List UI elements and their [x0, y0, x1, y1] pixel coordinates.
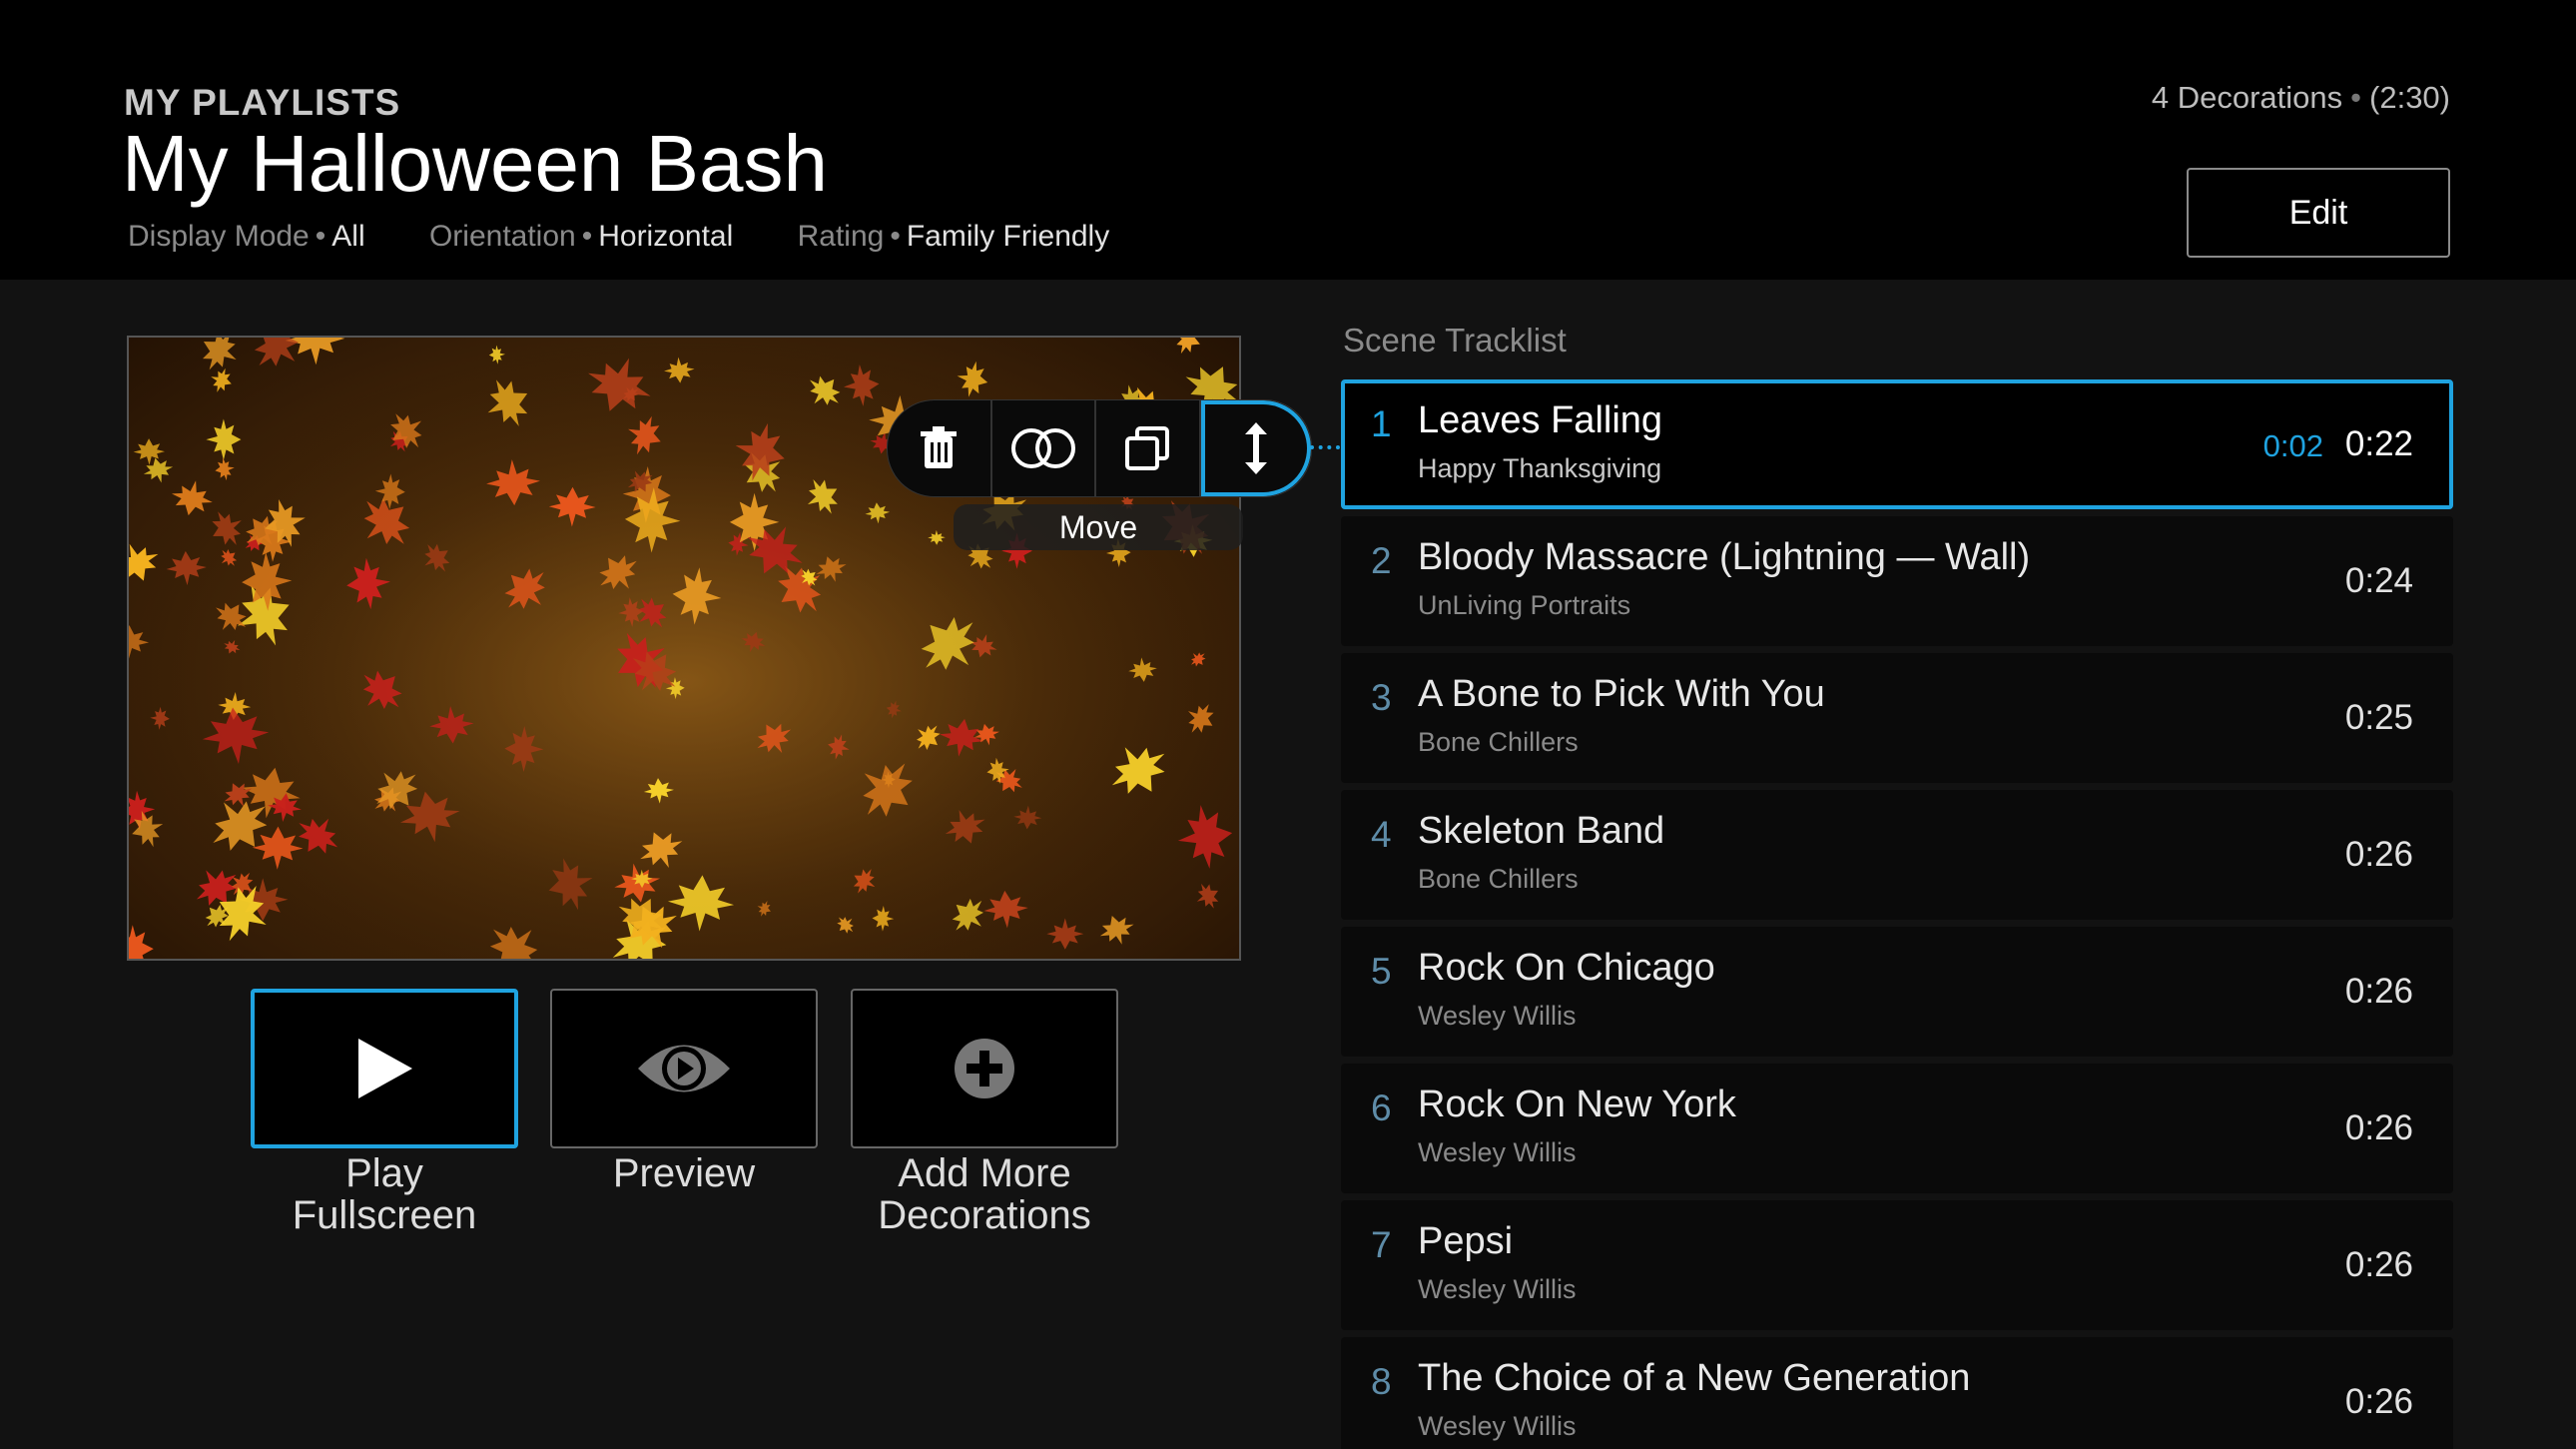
scene-toolbar — [887, 399, 1312, 497]
track-row[interactable]: 7 Pepsi Wesley Willis 0:26 — [1341, 1200, 2453, 1330]
track-number: 4 — [1371, 814, 1392, 855]
track-row[interactable]: 2 Bloody Massacre (Lightning — Wall) UnL… — [1341, 516, 2453, 646]
track-number: 7 — [1371, 1224, 1392, 1265]
total-duration: (2:30) — [2369, 80, 2450, 115]
track-subtitle: Wesley Willis — [1418, 1274, 1577, 1304]
track-title: Rock On Chicago — [1418, 947, 1715, 989]
add-decorations-button[interactable] — [851, 989, 1118, 1148]
transition-icon[interactable] — [992, 400, 1096, 496]
track-subtitle: Wesley Willis — [1418, 1137, 1577, 1167]
add-decorations-label: Add More Decorations — [878, 1151, 1091, 1237]
tracklist-title: Scene Tracklist — [1343, 322, 1567, 359]
meta-rating: Rating • Family Friendly — [797, 220, 1110, 253]
track-subtitle: Happy Thanksgiving — [1418, 453, 1662, 483]
playlist-summary: 4 Decorations • (2:30) — [2151, 80, 2450, 115]
duplicate-icon[interactable] — [1096, 400, 1201, 496]
track-duration: 0:26 — [2344, 1245, 2413, 1284]
move-vertical-icon[interactable] — [1200, 400, 1311, 496]
edit-button[interactable]: Edit — [2187, 168, 2450, 258]
track-title: Skeleton Band — [1418, 810, 1665, 852]
track-number: 5 — [1371, 951, 1392, 992]
track-duration: 0:26 — [2344, 972, 2413, 1011]
playlist-title: My Halloween Bash — [122, 119, 828, 208]
track-number: 1 — [1371, 403, 1392, 444]
meta-orientation: Orientation • Horizontal — [428, 220, 734, 253]
track-row[interactable]: 4 Skeleton Band Bone Chillers 0:26 — [1341, 790, 2453, 920]
play-fullscreen-label: Play Fullscreen — [292, 1151, 477, 1237]
decoration-count: 4 Decorations — [2151, 80, 2343, 115]
track-title: Pepsi — [1418, 1220, 1514, 1262]
track-row[interactable]: 6 Rock On New York Wesley Willis 0:26 — [1341, 1064, 2453, 1193]
track-duration: 0:22 — [2344, 424, 2413, 463]
track-row[interactable]: 5 Rock On Chicago Wesley Willis 0:26 — [1341, 927, 2453, 1057]
track-number: 6 — [1371, 1087, 1392, 1128]
track-row[interactable]: 8 The Choice of a New Generation Wesley … — [1341, 1337, 2453, 1449]
play-icon — [358, 1039, 412, 1098]
track-duration: 0:26 — [2344, 1108, 2413, 1147]
track-duration: 0:26 — [2344, 1382, 2413, 1421]
track-subtitle: Wesley Willis — [1418, 1001, 1577, 1031]
meta-display-mode: Display Mode • All — [128, 220, 365, 253]
track-subtitle: UnLiving Portraits — [1418, 590, 1631, 620]
track-subtitle: Wesley Willis — [1418, 1411, 1577, 1441]
track-duration: 0:25 — [2344, 698, 2413, 737]
active-tool-label: Move — [954, 504, 1243, 550]
track-title: A Bone to Pick With You — [1418, 673, 1825, 715]
track-duration: 0:24 — [2344, 561, 2413, 600]
track-title: Leaves Falling — [1418, 399, 1663, 441]
track-row[interactable]: 3 A Bone to Pick With You Bone Chillers … — [1341, 653, 2453, 783]
track-duration: 0:26 — [2344, 835, 2413, 874]
eye-icon — [638, 1045, 730, 1092]
track-number: 2 — [1371, 540, 1392, 581]
toolbar-connector — [1310, 445, 1340, 449]
playlist-meta: Display Mode • All Orientation • Horizontal … — [128, 220, 1165, 254]
play-fullscreen-button[interactable] — [251, 989, 518, 1148]
track-title: The Choice of a New Generation — [1418, 1357, 1971, 1399]
track-subtitle: Bone Chillers — [1418, 727, 1579, 757]
add-circle-icon — [955, 1039, 1014, 1098]
track-row[interactable]: 1 Leaves Falling Happy Thanksgiving 0:02… — [1341, 379, 2453, 509]
preview-button[interactable] — [550, 989, 818, 1148]
track-number: 8 — [1371, 1361, 1392, 1402]
header: MY PLAYLISTS My Halloween Bash Display M… — [0, 0, 2576, 280]
track-elapsed: 0:02 — [2262, 428, 2323, 463]
track-number: 3 — [1371, 677, 1392, 718]
preview-label: Preview — [612, 1151, 756, 1195]
track-subtitle: Bone Chillers — [1418, 864, 1579, 894]
track-title: Bloody Massacre (Lightning — Wall) — [1418, 536, 2031, 578]
trash-icon[interactable] — [888, 400, 992, 496]
track-title: Rock On New York — [1418, 1084, 1736, 1125]
